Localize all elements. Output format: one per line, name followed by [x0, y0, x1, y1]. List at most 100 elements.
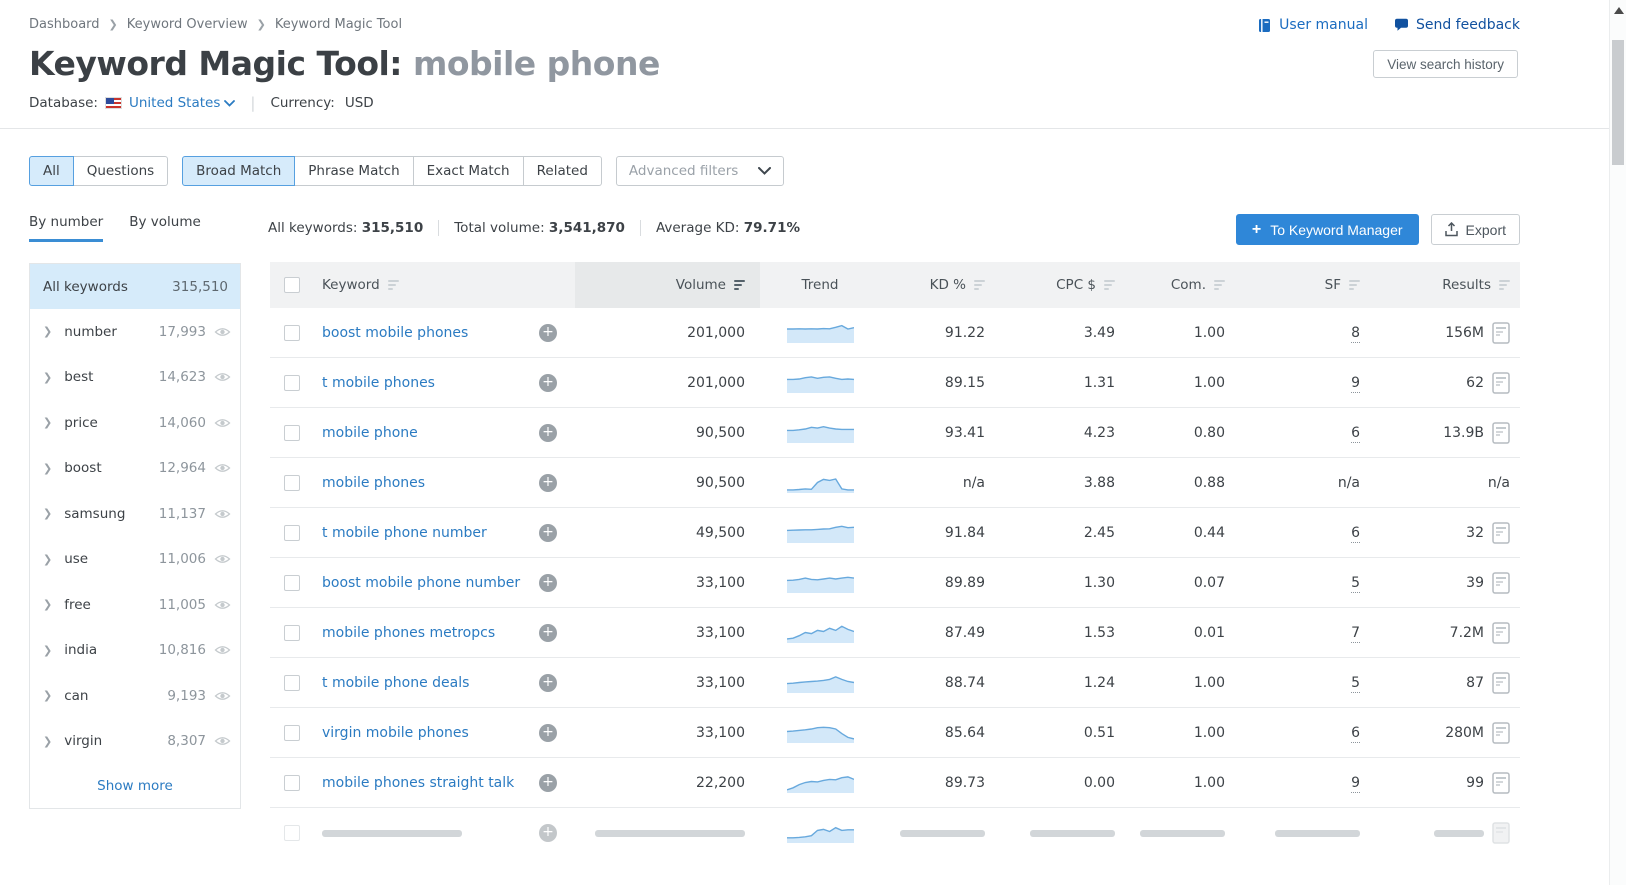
tab-exact-match[interactable]: Exact Match: [414, 156, 524, 186]
plus-circle-icon[interactable]: +: [539, 474, 557, 492]
sidebar-item-best[interactable]: ❯ best 14,623: [30, 355, 240, 401]
plus-circle-icon[interactable]: +: [539, 524, 557, 542]
column-header-com[interactable]: Com.: [1130, 262, 1240, 308]
keyword-link[interactable]: t mobile phone deals: [322, 675, 469, 691]
advanced-filters-dropdown[interactable]: Advanced filters: [616, 156, 784, 186]
column-header-volume[interactable]: Volume: [575, 262, 760, 308]
sidebar-item-boost[interactable]: ❯ boost 12,964: [30, 446, 240, 492]
sidebar-item-samsung[interactable]: ❯ samsung 11,137: [30, 491, 240, 537]
eye-icon[interactable]: [214, 462, 231, 474]
chevron-right-icon[interactable]: ❯: [43, 598, 52, 611]
chevron-right-icon[interactable]: ❯: [43, 553, 52, 566]
tab-by-volume[interactable]: By volume: [129, 214, 201, 242]
row-checkbox[interactable]: [284, 325, 300, 341]
chevron-right-icon[interactable]: ❯: [43, 689, 52, 702]
plus-circle-icon[interactable]: +: [539, 374, 557, 392]
export-button[interactable]: Export: [1431, 214, 1520, 245]
user-manual-link[interactable]: User manual: [1258, 17, 1368, 33]
sf-link[interactable]: 9: [1351, 775, 1360, 793]
sf-link[interactable]: 8: [1351, 325, 1360, 343]
column-header-kd[interactable]: KD %: [880, 262, 1000, 308]
show-more-link[interactable]: Show more: [30, 764, 240, 808]
tab-related[interactable]: Related: [524, 156, 602, 186]
eye-icon[interactable]: [214, 599, 231, 611]
sidebar-item-number[interactable]: ❯ number 17,993: [30, 309, 240, 355]
eye-icon[interactable]: [214, 735, 231, 747]
keyword-link[interactable]: mobile phone: [322, 425, 418, 441]
tab-all[interactable]: All: [29, 156, 74, 186]
tab-broad-match[interactable]: Broad Match: [182, 156, 295, 186]
send-feedback-link[interactable]: Send feedback: [1394, 17, 1520, 33]
row-checkbox[interactable]: [284, 625, 300, 641]
plus-circle-icon[interactable]: +: [539, 774, 557, 792]
serp-doc-icon[interactable]: [1492, 672, 1510, 694]
keyword-link[interactable]: t mobile phones: [322, 375, 435, 391]
serp-doc-icon[interactable]: [1492, 772, 1510, 794]
sf-link[interactable]: 6: [1351, 525, 1360, 543]
to-keyword-manager-button[interactable]: + To Keyword Manager: [1236, 214, 1419, 245]
column-header-sf[interactable]: SF: [1240, 262, 1375, 308]
eye-icon[interactable]: [214, 417, 231, 429]
column-header-keyword[interactable]: Keyword: [314, 262, 575, 308]
row-checkbox[interactable]: [284, 425, 300, 441]
row-checkbox[interactable]: [284, 575, 300, 591]
sf-link[interactable]: 5: [1351, 575, 1360, 593]
chevron-right-icon[interactable]: ❯: [43, 462, 52, 475]
sidebar-item-free[interactable]: ❯ free 11,005: [30, 582, 240, 628]
database-select[interactable]: United States: [129, 95, 235, 111]
row-checkbox[interactable]: [284, 375, 300, 391]
sidebar-item-all-keywords[interactable]: All keywords 315,510: [30, 263, 240, 309]
serp-doc-icon[interactable]: [1492, 422, 1510, 444]
chevron-right-icon[interactable]: ❯: [43, 416, 52, 429]
serp-doc-icon[interactable]: [1492, 372, 1510, 394]
eye-icon[interactable]: [214, 508, 231, 520]
serp-doc-icon[interactable]: [1492, 522, 1510, 544]
keyword-link[interactable]: mobile phones: [322, 475, 425, 491]
chevron-right-icon[interactable]: ❯: [43, 644, 52, 657]
serp-doc-icon[interactable]: [1492, 322, 1510, 344]
tab-phrase-match[interactable]: Phrase Match: [295, 156, 413, 186]
eye-icon[interactable]: [214, 690, 231, 702]
column-header-cpc[interactable]: CPC $: [1000, 262, 1130, 308]
column-header-results[interactable]: Results: [1375, 262, 1520, 308]
tab-questions[interactable]: Questions: [74, 156, 168, 186]
eye-icon[interactable]: [214, 326, 231, 338]
sidebar-item-use[interactable]: ❯ use 11,006: [30, 537, 240, 583]
sidebar-item-price[interactable]: ❯ price 14,060: [30, 400, 240, 446]
sidebar-item-india[interactable]: ❯ india 10,816: [30, 628, 240, 674]
sf-link[interactable]: 6: [1351, 725, 1360, 743]
keyword-link[interactable]: virgin mobile phones: [322, 725, 469, 741]
serp-doc-icon[interactable]: [1492, 622, 1510, 644]
row-checkbox[interactable]: [284, 475, 300, 491]
row-checkbox[interactable]: [284, 725, 300, 741]
chevron-right-icon[interactable]: ❯: [43, 507, 52, 520]
view-search-history-button[interactable]: View search history: [1373, 50, 1518, 78]
sidebar-item-virgin[interactable]: ❯ virgin 8,307: [30, 719, 240, 765]
chevron-right-icon[interactable]: ❯: [43, 371, 52, 384]
plus-circle-icon[interactable]: +: [539, 624, 557, 642]
plus-circle-icon[interactable]: +: [539, 324, 557, 342]
plus-circle-icon[interactable]: +: [539, 574, 557, 592]
keyword-link[interactable]: boost mobile phones: [322, 325, 468, 341]
scrollbar-thumb[interactable]: [1612, 40, 1624, 165]
row-checkbox[interactable]: [284, 775, 300, 791]
plus-circle-icon[interactable]: +: [539, 724, 557, 742]
eye-icon[interactable]: [214, 553, 231, 565]
breadcrumb-keyword-overview[interactable]: Keyword Overview: [127, 17, 248, 32]
keyword-link[interactable]: mobile phones metropcs: [322, 625, 495, 641]
vertical-scrollbar[interactable]: [1609, 0, 1626, 885]
serp-doc-icon[interactable]: [1492, 572, 1510, 594]
keyword-link[interactable]: mobile phones straight talk: [322, 775, 514, 791]
keyword-link[interactable]: t mobile phone number: [322, 525, 487, 541]
tab-by-number[interactable]: By number: [29, 214, 103, 242]
row-checkbox[interactable]: [284, 525, 300, 541]
sidebar-item-can[interactable]: ❯ can 9,193: [30, 673, 240, 719]
keyword-link[interactable]: boost mobile phone number: [322, 575, 520, 591]
chevron-right-icon[interactable]: ❯: [43, 325, 52, 338]
sf-link[interactable]: 5: [1351, 675, 1360, 693]
select-all-checkbox[interactable]: [284, 277, 300, 293]
sf-link[interactable]: 9: [1351, 375, 1360, 393]
serp-doc-icon[interactable]: [1492, 722, 1510, 744]
scroll-up-arrow-icon[interactable]: [1614, 7, 1624, 14]
row-checkbox[interactable]: [284, 675, 300, 691]
